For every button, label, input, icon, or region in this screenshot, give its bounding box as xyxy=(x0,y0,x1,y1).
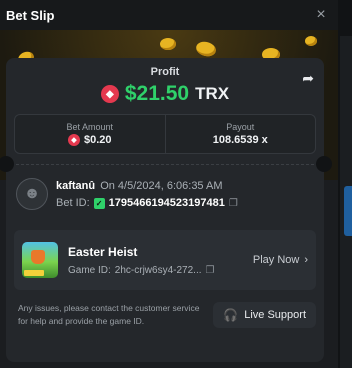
bet-amount-value: $0.20 xyxy=(83,134,112,146)
bet-amount-label: Bet Amount xyxy=(66,122,114,132)
copy-game-id-icon[interactable]: ❐ xyxy=(206,265,215,276)
game-id-row: Game ID: 2hc-crjw6sy4-272... ❐ xyxy=(68,265,243,276)
bet-amount-stat: Bet Amount ◆ $0.20 xyxy=(15,115,165,153)
support-footer: Any issues, please contact the customer … xyxy=(6,290,324,328)
payout-stat: Payout 108.6539 x xyxy=(164,115,316,153)
player-info: kaftanû On 4/5/2024, 6:06:35 AM Bet ID: … xyxy=(56,176,238,209)
headset-icon: 🎧 xyxy=(223,308,239,322)
payout-label: Payout xyxy=(226,122,255,132)
profit-amount: $21.50 xyxy=(124,82,190,105)
ticket-notch-left xyxy=(0,156,14,172)
share-icon[interactable]: ➦ xyxy=(302,70,314,87)
background-thumbnail xyxy=(344,186,352,236)
trx-token-icon: ◆ xyxy=(100,85,119,103)
game-thumbnail-character xyxy=(31,250,45,264)
avatar: ☻ xyxy=(16,178,48,210)
close-icon[interactable]: × xyxy=(312,6,330,24)
game-id-label: Game ID: xyxy=(68,264,111,276)
support-note: Any issues, please contact the customer … xyxy=(18,303,200,326)
coin-decoration xyxy=(160,38,176,50)
bet-id-row: Bet ID: ✓ 1795466194523197481 ❐ xyxy=(56,197,238,209)
modal-header: Bet Slip × xyxy=(0,0,338,30)
ticket-divider xyxy=(0,154,332,176)
payout-value: 108.6539 x xyxy=(212,134,268,146)
trx-token-icon: ◆ xyxy=(67,134,80,146)
copy-bet-id-icon[interactable]: ❐ xyxy=(229,198,238,209)
bet-stats: Bet Amount ◆ $0.20 Payout 108.6539 x xyxy=(14,114,316,154)
profit-amount-row: ◆ $21.50 TRX xyxy=(6,82,324,106)
game-card: Easter Heist Game ID: 2hc-crjw6sy4-272..… xyxy=(14,230,316,290)
play-now-label: Play Now xyxy=(252,254,300,266)
ticket-notch-right xyxy=(316,156,332,172)
bet-id-label: Bet ID: xyxy=(56,197,90,209)
verified-shield-icon: ✓ xyxy=(93,197,105,209)
live-support-button[interactable]: 🎧 Live Support xyxy=(213,302,316,328)
bet-details-card: Profit ◆ $21.50 TRX ➦ Bet Amount ◆ $0.20… xyxy=(0,58,332,362)
game-info: Easter Heist Game ID: 2hc-crjw6sy4-272..… xyxy=(68,245,243,276)
live-support-label: Live Support xyxy=(244,309,306,321)
bet-date: On 4/5/2024, 6:06:35 AM xyxy=(100,180,223,192)
game-thumbnail-logo xyxy=(24,270,44,276)
profit-section: Profit ◆ $21.50 TRX xyxy=(6,58,324,106)
dashed-line xyxy=(16,164,314,165)
coin-decoration xyxy=(305,36,317,46)
background-content-strip xyxy=(340,36,352,368)
player-meta: kaftanû On 4/5/2024, 6:06:35 AM xyxy=(56,180,238,192)
player-row: ☻ kaftanû On 4/5/2024, 6:06:35 AM Bet ID… xyxy=(6,176,324,220)
chevron-right-icon: › xyxy=(304,254,308,266)
profit-currency: TRX xyxy=(195,84,230,103)
profit-label: Profit xyxy=(150,66,180,78)
game-title: Easter Heist xyxy=(68,244,138,259)
bet-slip-modal: Bet Slip × Profit ◆ $21.50 TRX ➦ Bet Amo… xyxy=(0,0,338,368)
game-id-value: 2hc-crjw6sy4-272... xyxy=(114,264,202,276)
bet-id-value: 1795466194523197481 xyxy=(108,197,225,209)
bet-amount-value-row: ◆ $0.20 xyxy=(67,134,112,146)
play-now-button[interactable]: Play Now › xyxy=(253,254,308,266)
game-thumbnail[interactable] xyxy=(22,242,58,278)
player-name: kaftanû xyxy=(56,180,96,192)
modal-title: Bet Slip xyxy=(6,7,55,23)
